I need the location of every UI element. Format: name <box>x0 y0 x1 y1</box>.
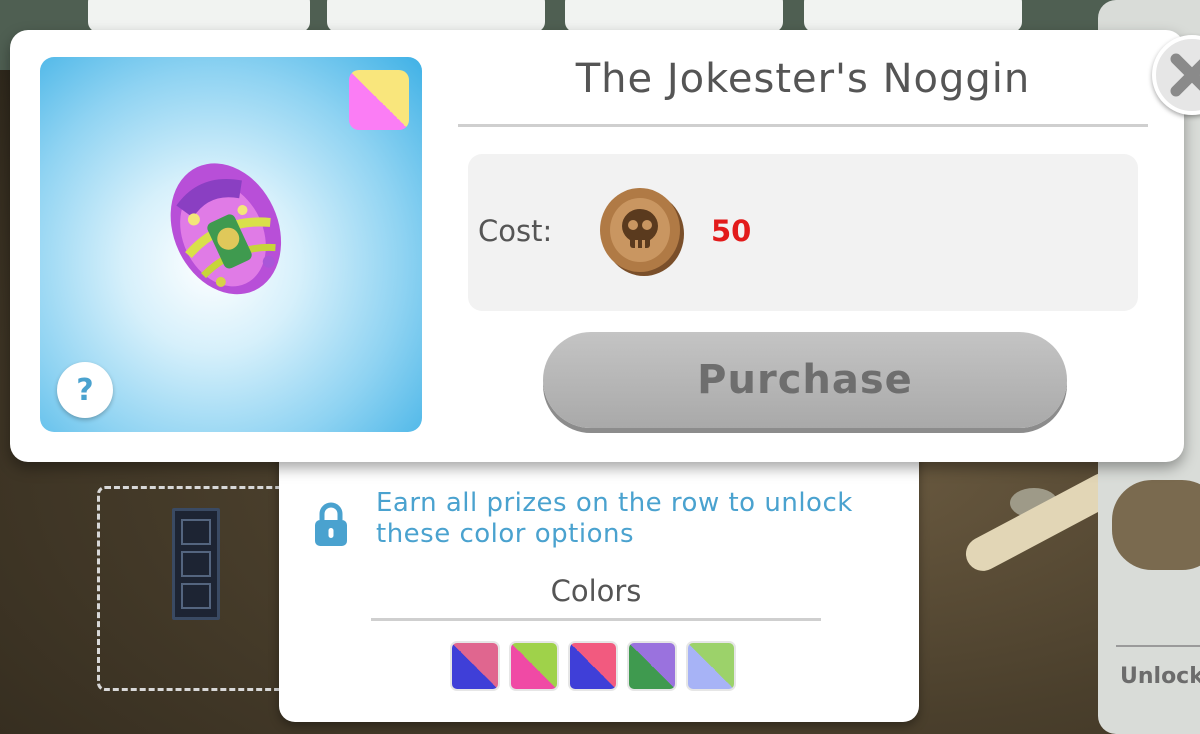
close-button[interactable] <box>1152 35 1200 115</box>
help-button[interactable]: ? <box>57 362 113 418</box>
cost-label: Cost: <box>478 214 553 248</box>
background-tab <box>88 0 310 32</box>
item-preview: ? <box>40 57 422 432</box>
cost-box: Cost: 50 <box>468 154 1138 311</box>
background-tab <box>804 0 1022 32</box>
colors-title: Colors <box>550 574 642 608</box>
unlock-label: Unlock <box>1120 664 1200 689</box>
jester-hat-icon <box>170 163 282 295</box>
color-swatch[interactable] <box>509 641 559 691</box>
color-swatch[interactable] <box>568 641 618 691</box>
purchase-button[interactable]: Purchase <box>543 332 1067 428</box>
door-icon <box>172 508 220 620</box>
divider <box>458 124 1148 127</box>
skull-coin-icon <box>600 188 684 276</box>
color-swatch-list <box>450 641 736 691</box>
rock-decoration <box>1112 480 1200 570</box>
background-tab <box>327 0 545 32</box>
divider <box>371 618 821 621</box>
color-swatch[interactable] <box>450 641 500 691</box>
selected-color-chip[interactable] <box>349 70 409 130</box>
divider <box>1116 645 1200 647</box>
background-tab <box>565 0 783 32</box>
item-title: The Jokester's Noggin <box>575 56 1031 102</box>
unlock-message: Earn all prizes on the row to unlock the… <box>376 488 853 549</box>
close-icon <box>1170 53 1200 97</box>
lock-icon <box>315 502 347 546</box>
cost-value: 50 <box>711 214 752 248</box>
color-swatch[interactable] <box>686 641 736 691</box>
color-swatch[interactable] <box>627 641 677 691</box>
item-purchase-dialog: ? The Jokester's Noggin Cost: 50 Purchas… <box>10 30 1200 462</box>
